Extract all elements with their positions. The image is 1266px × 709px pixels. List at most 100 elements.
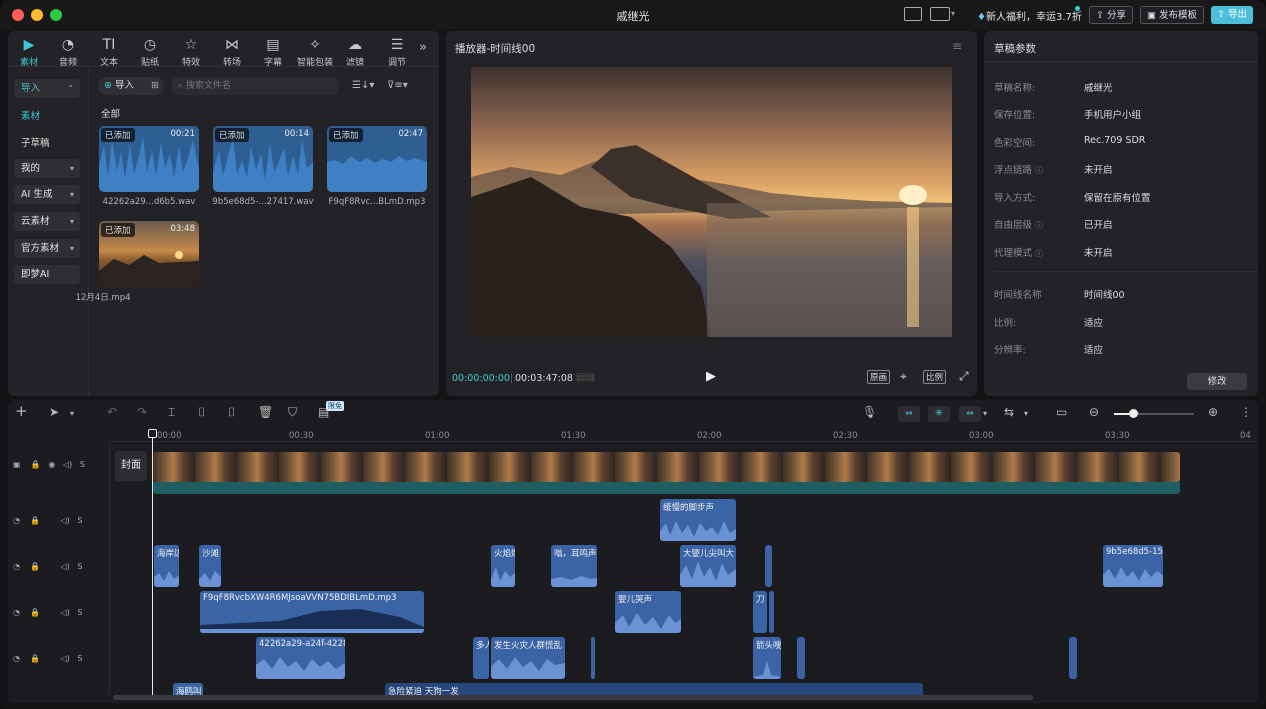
shield-icon[interactable]: ⛉ [288,405,297,420]
timeline-ruler[interactable] [111,428,1258,442]
audio-clip[interactable]: 火焰燃 [491,545,515,587]
waveform-toggle-icon[interactable]: ▤▤ [576,372,595,383]
more-tabs-icon[interactable]: » [419,40,427,55]
video-clip[interactable] [153,452,1180,482]
audio-clip[interactable] [1069,637,1077,679]
solo-icon[interactable]: S [77,516,82,525]
toolbar-tab-sticker[interactable]: ◷ 贴纸 [133,36,167,68]
audio-clip[interactable]: 缓慢的脚步声 [660,499,736,541]
toolbar-tab-effects[interactable]: ☆ 特效 [174,36,208,68]
media-item[interactable]: 已添加 02:47 [327,126,427,192]
zoom-slider[interactable] [1114,413,1194,415]
export-button[interactable]: ⇧ 导出 [1211,6,1253,24]
volume-icon[interactable]: ◁) [60,562,69,571]
solo-icon[interactable]: S [77,562,82,571]
publish-template-button[interactable]: ▣ 发布模板 [1140,6,1205,24]
audio-clip[interactable]: 9b5e68d5-158 [1103,545,1163,587]
toolbar-tab-media[interactable]: ▶ 素材 [12,36,46,68]
trim-left-icon[interactable]: ⌷ [198,405,205,420]
lock-icon[interactable]: 🔒 [31,460,41,469]
help-icon[interactable]: ⓘ [1035,166,1043,175]
toolbar-tab-smart-pack[interactable]: ✧ 智能包装 [296,36,334,68]
chevron-down-icon[interactable]: ▾ [951,9,955,18]
playhead[interactable] [152,433,153,695]
toolbar-tab-adjust[interactable]: ☰ 调节 [380,36,414,68]
timeline-scrollbar[interactable] [113,695,1033,700]
original-quality-button[interactable]: 原画 [867,370,891,384]
modify-button[interactable]: 修改 [1187,373,1247,390]
chevron-down-icon[interactable]: ▾ [70,409,74,418]
solo-icon[interactable]: S [77,654,82,663]
zoom-slider-handle[interactable] [1129,409,1138,418]
help-icon[interactable]: ⓘ [1035,249,1043,258]
audio-clip[interactable]: F9qF8RvcbXW4R6MJsoaVVN75BDIBLmD.mp3 [200,591,424,633]
minimize-window-button[interactable] [31,9,43,21]
play-icon[interactable]: ▶ [706,369,716,384]
toolbar-tab-audio[interactable]: ◔ 音频 [51,36,85,68]
audio-clip[interactable]: 海岸边 [154,545,179,587]
microphone-icon[interactable]: 🎙 [862,405,877,419]
zoom-in-icon[interactable]: ⊕ [1208,405,1218,419]
audio-clip[interactable] [797,637,805,679]
select-tool-icon[interactable]: ➤ [49,405,59,419]
toolbar-tab-subtitle[interactable]: ▤ 字幕 [256,36,290,68]
sidebar-item-cloud[interactable]: 云素材 ▾ [14,212,80,231]
audio-clip[interactable] [765,545,772,587]
help-icon[interactable]: ⓘ [1035,221,1043,230]
playhead-handle[interactable] [148,429,157,438]
more-options-icon[interactable]: ⋮ [1240,405,1252,419]
lock-icon[interactable]: 🔒 [30,562,40,571]
media-item[interactable]: 已添加 03:48 [99,221,199,287]
volume-icon[interactable]: ◁) [60,654,69,663]
lock-icon[interactable]: 🔒 [30,608,40,617]
linkage-icon[interactable]: ⇔ [959,406,981,422]
audio-clip[interactable]: 嗡，耳鸣声 [551,545,597,587]
audio-clip[interactable]: 刀 [753,591,767,633]
chevron-down-icon[interactable]: ▾ [983,409,987,418]
ratio-button[interactable]: 比例 [923,370,947,384]
split-icon[interactable]: ⌶ [168,405,175,420]
menu-icon[interactable]: ≡ [952,39,962,53]
sidebar-item-official[interactable]: 官方素材 ▾ [14,239,80,258]
audio-clip[interactable]: 箭头嗖 [753,637,781,679]
sidebar-item-media[interactable]: 素材 [21,108,40,122]
volume-icon[interactable]: ◁) [63,460,72,469]
screenshot-icon[interactable]: ⌖ [900,369,907,384]
main-track-magnet-icon[interactable]: ⇔ [898,406,920,422]
undo-icon[interactable]: ↶ [107,405,117,419]
audio-clip[interactable] [591,637,595,679]
eye-icon[interactable]: ◉ [48,460,55,469]
lock-icon[interactable]: 🔒 [30,654,40,663]
media-item[interactable]: 已添加 00:21 [99,126,199,192]
audio-clip[interactable]: 发生火灾人群慌乱 [491,637,565,679]
video-preview[interactable] [471,67,952,337]
zoom-out-icon[interactable]: ⊖ [1089,405,1099,419]
audio-clip[interactable] [769,591,774,633]
audio-clip[interactable]: 沙滩 [199,545,221,587]
trim-right-icon[interactable]: ⌷ [228,405,235,420]
search-input[interactable]: ⌕ 搜索文件名 [172,77,338,95]
audio-clip[interactable]: 多人 [473,637,489,679]
promo-banner[interactable]: ♦新人福利，幸运3.7折 [977,8,1082,23]
sort-icon[interactable]: ☰↓▾ [352,80,374,91]
toolbar-tab-text[interactable]: TI 文本 [92,36,126,68]
media-item[interactable]: 已添加 00:14 [213,126,313,192]
cover-button[interactable]: 封面 [115,451,147,481]
sidebar-item-jimeng[interactable]: 即梦AI [14,265,80,284]
preview-axis-icon[interactable]: ⇆ [1004,405,1014,419]
volume-icon[interactable]: ◁) [60,516,69,525]
sidebar-item-mine[interactable]: 我的 ▾ [14,159,80,178]
filter-list-icon[interactable]: ⊽≡▾ [387,80,408,91]
layout-icon[interactable] [930,7,950,21]
toolbar-tab-transition[interactable]: ⋈ 转场 [215,36,249,68]
add-track-icon[interactable]: + [15,402,28,420]
delete-icon[interactable]: 🗑 [258,405,273,419]
toolbar-tab-filter[interactable]: ☁ 滤镜 [338,36,372,68]
sidebar-item-ai-generate[interactable]: AI 生成 ▾ [14,185,80,204]
chevron-down-icon[interactable]: ▾ [1024,409,1028,418]
solo-icon[interactable]: S [77,608,82,617]
close-window-button[interactable] [12,9,24,21]
keyboard-icon[interactable] [904,7,922,21]
redo-icon[interactable]: ↷ [137,405,147,419]
lock-icon[interactable]: 🔒 [30,516,40,525]
